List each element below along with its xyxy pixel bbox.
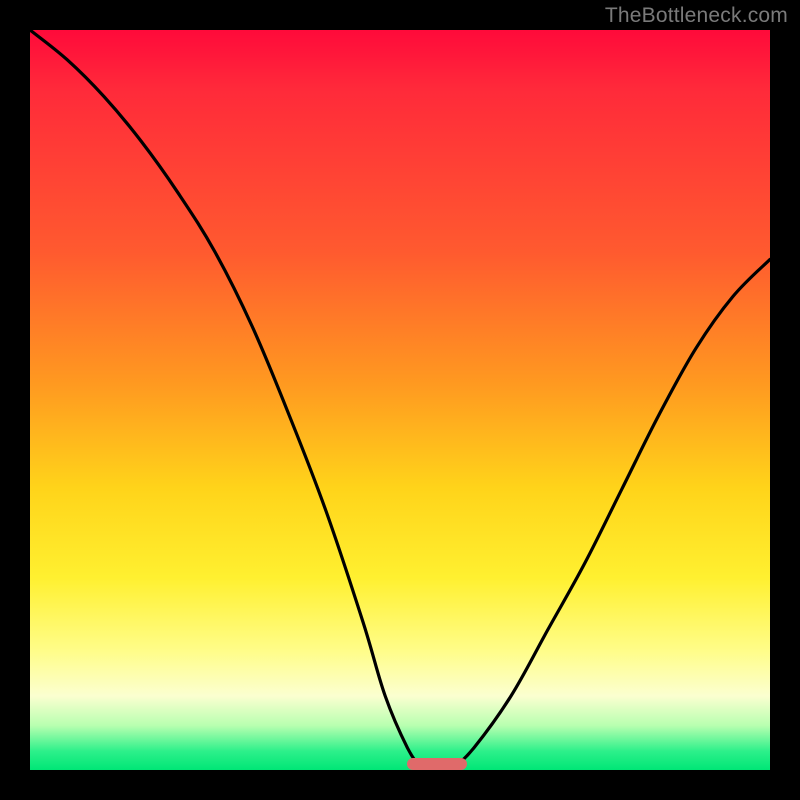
plot-area: [30, 30, 770, 770]
chart-frame: TheBottleneck.com: [0, 0, 800, 800]
watermark-text: TheBottleneck.com: [605, 4, 788, 28]
curve-right-path: [452, 259, 770, 770]
bottleneck-curve: [30, 30, 770, 770]
curve-left-path: [30, 30, 422, 770]
optimal-marker: [407, 758, 466, 770]
